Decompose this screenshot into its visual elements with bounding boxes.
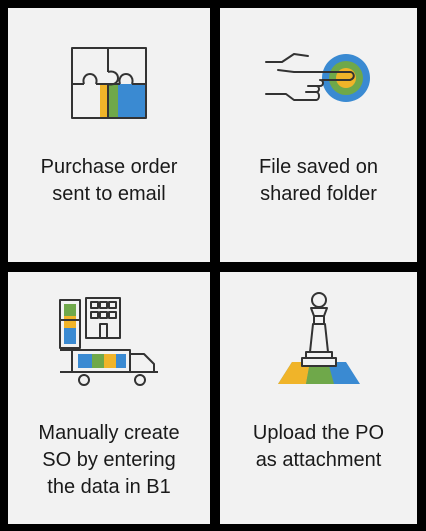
caption: File saved on shared folder (259, 156, 378, 205)
process-grid: Purchase order sent to email File saved … (0, 0, 426, 531)
tile-purchase-order-email: Purchase order sent to email (8, 8, 210, 262)
caption: Purchase order sent to email (40, 156, 178, 205)
puzzle-icon (71, 47, 147, 119)
caption: Upload the PO as attachment (252, 422, 385, 471)
tile-manually-create-so: Manually create SO by entering the data … (8, 272, 210, 524)
tile-file-saved-shared-folder: File saved on shared folder (220, 8, 417, 262)
chess-pawn-icon (277, 292, 360, 384)
factory-truck-icon (59, 297, 158, 386)
hand-pointing-icon (264, 53, 370, 102)
tile-upload-po-attachment: Upload the PO as attachment (220, 272, 417, 524)
caption: Manually create SO by entering the data … (38, 422, 180, 498)
